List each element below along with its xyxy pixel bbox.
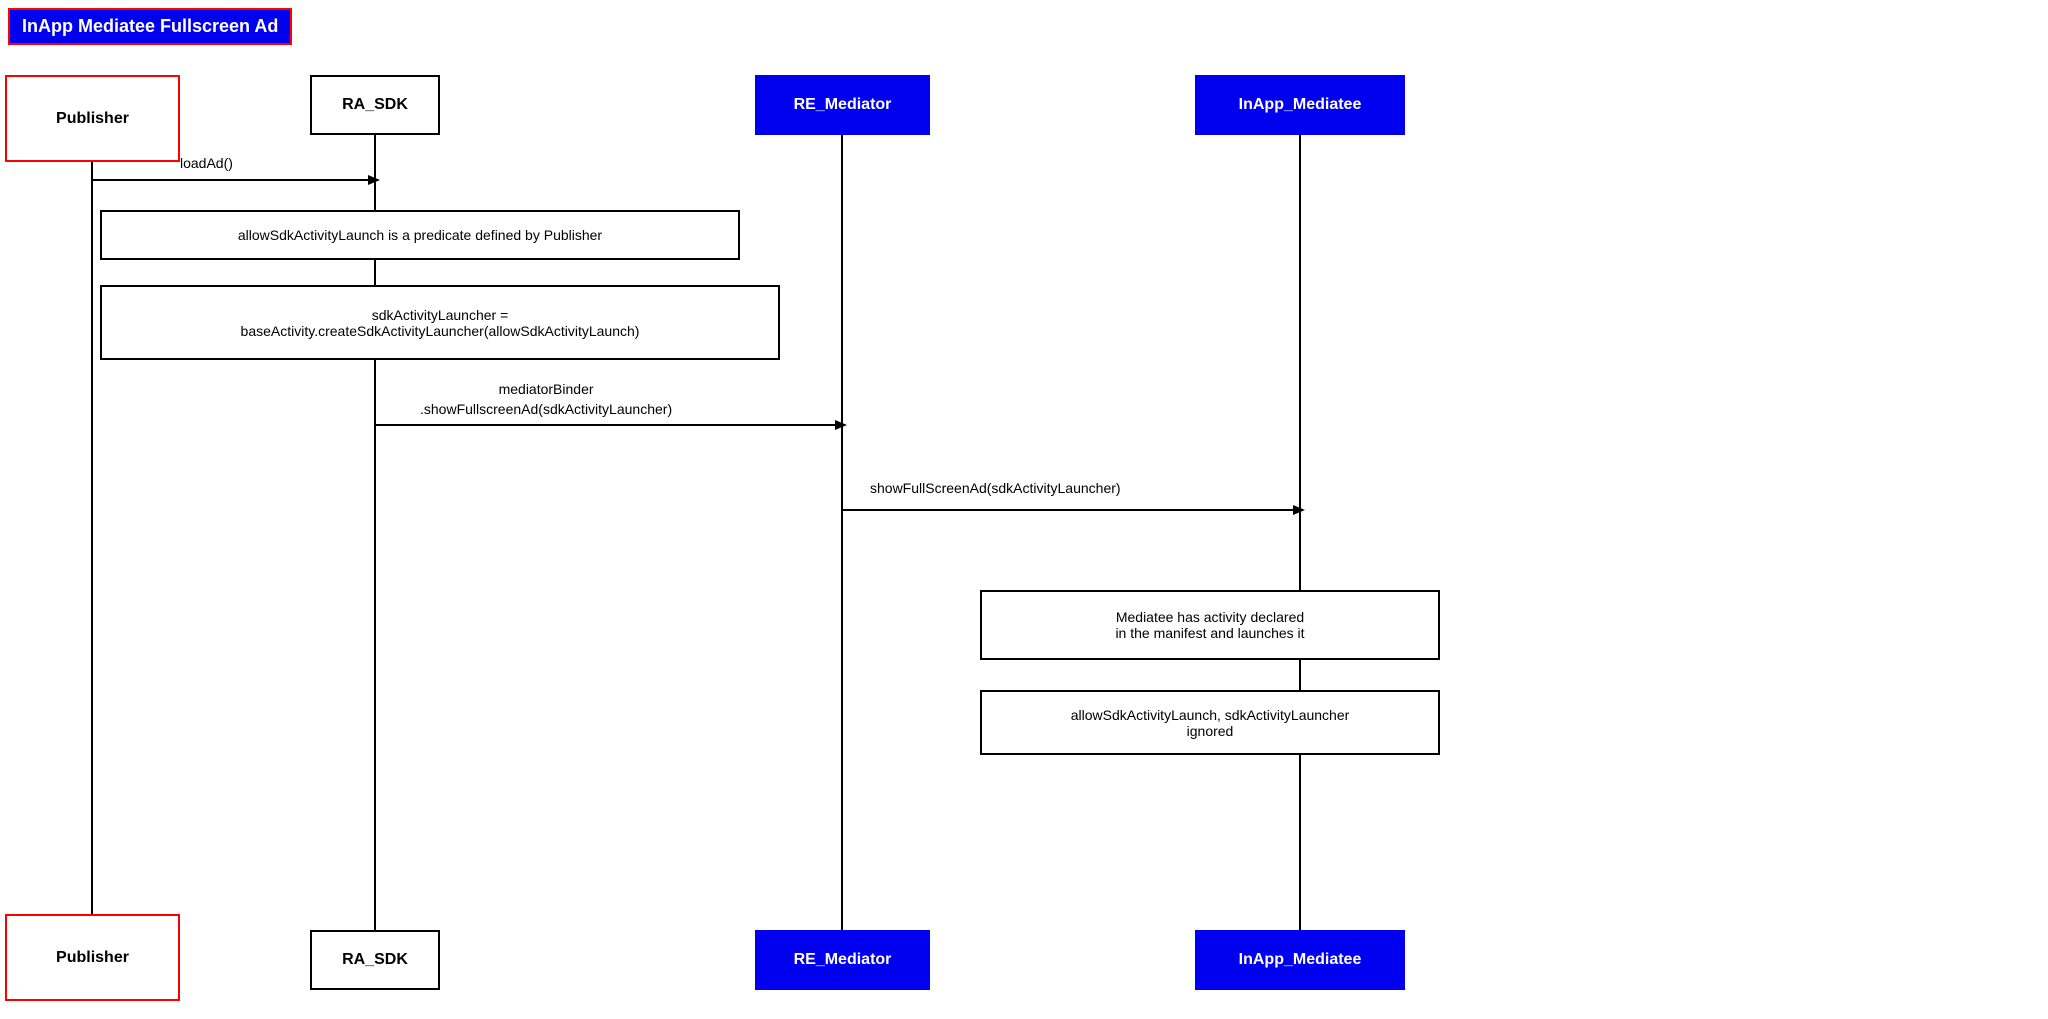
actor-publisher-bottom: Publisher	[5, 914, 180, 1001]
actor-publisher-top: Publisher	[5, 75, 180, 162]
note-mediatee-activity: Mediatee has activity declared in the ma…	[980, 590, 1440, 660]
note-sdk-activity-launcher: sdkActivityLauncher = baseActivity.creat…	[100, 285, 780, 360]
note-ignored: allowSdkActivityLaunch, sdkActivityLaunc…	[980, 690, 1440, 755]
actor-ra-sdk-top: RA_SDK	[310, 75, 440, 135]
note-predicate: allowSdkActivityLaunch is a predicate de…	[100, 210, 740, 260]
actor-inapp-mediatee-bottom: InApp_Mediatee	[1195, 930, 1405, 990]
arrow-label-loadad: loadAd()	[180, 155, 233, 171]
arrow-label-mediator-binder: mediatorBinder .showFullscreenAd(sdkActi…	[420, 380, 672, 419]
diagram-title: InApp Mediatee Fullscreen Ad	[8, 8, 292, 45]
diagram-container: InApp Mediatee Fullscreen Ad Publisher R…	[0, 0, 2048, 1019]
arrow-label-show-fullscreen: showFullScreenAd(sdkActivityLauncher)	[870, 480, 1121, 496]
actor-inapp-mediatee-top: InApp_Mediatee	[1195, 75, 1405, 135]
svg-overlay	[0, 0, 2048, 1019]
actor-re-mediator-top: RE_Mediator	[755, 75, 930, 135]
actor-re-mediator-bottom: RE_Mediator	[755, 930, 930, 990]
actor-ra-sdk-bottom: RA_SDK	[310, 930, 440, 990]
